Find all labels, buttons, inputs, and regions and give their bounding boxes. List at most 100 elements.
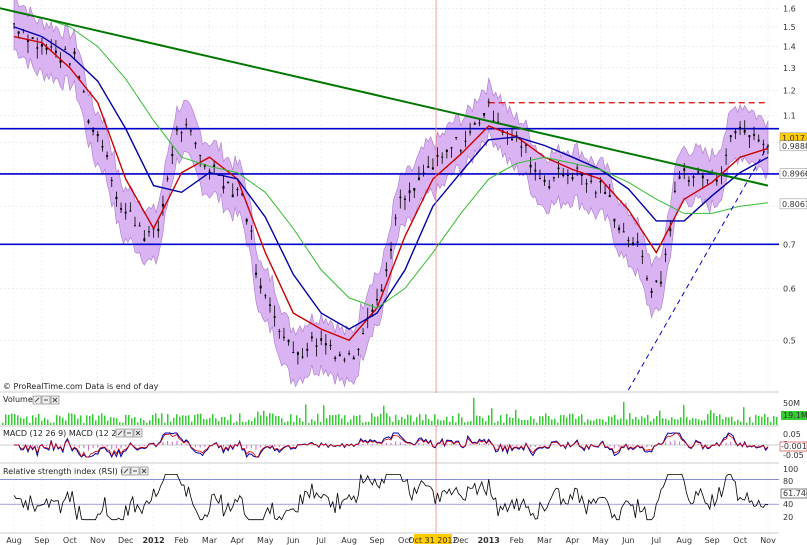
volume-bar (8, 414, 10, 425)
volume-bar (80, 415, 82, 425)
volume-bar (329, 415, 331, 425)
volume-bar (260, 415, 262, 425)
volume-bar (326, 418, 328, 425)
candle-body (82, 91, 85, 93)
candle-body (310, 336, 313, 339)
volume-bar (308, 422, 310, 425)
candle-body (645, 278, 648, 280)
volume-bar (164, 422, 166, 425)
candle-body (362, 333, 365, 335)
volume-bar (65, 420, 67, 425)
volume-bar (98, 415, 100, 425)
config-icon[interactable] (130, 466, 140, 476)
candle-body (571, 177, 574, 180)
volume-bar (527, 420, 529, 425)
volume-bar (719, 414, 721, 425)
volume-bar (500, 415, 502, 425)
volume-bar (467, 421, 469, 425)
wrench-icon[interactable] (115, 428, 125, 438)
candle-body (315, 345, 318, 347)
volume-bar (239, 413, 241, 425)
volume-bar (17, 415, 19, 425)
candle-body (50, 46, 53, 48)
candle-body (594, 192, 597, 194)
time-tick: May (592, 536, 609, 545)
volume-bar (674, 419, 676, 425)
volume-bar (383, 405, 385, 425)
candle-body (520, 146, 523, 148)
rsi-tick-20: 20 (783, 513, 793, 522)
volume-bar (161, 413, 163, 425)
price-tick: 1.5 (783, 23, 796, 32)
candle-body (697, 171, 700, 173)
volume-bar (320, 421, 322, 425)
volume-bar (695, 418, 697, 425)
candle-body (678, 176, 681, 179)
candle-body (134, 225, 137, 227)
candle-body (739, 126, 742, 130)
volume-bar (533, 418, 535, 425)
volume-bar (86, 415, 88, 425)
volume-bar (602, 419, 604, 425)
candle-body (562, 173, 565, 176)
config-icon[interactable] (124, 428, 134, 438)
wrench-icon[interactable] (121, 466, 131, 476)
time-tick: Dec (118, 536, 133, 545)
volume-bar (71, 413, 73, 425)
config-icon[interactable] (41, 395, 51, 405)
volume-bar (485, 421, 487, 425)
volume-bar (47, 419, 49, 425)
volume-bar (5, 414, 7, 425)
volume-bar (560, 415, 562, 425)
volume-bar (512, 418, 514, 425)
volume-bar (191, 421, 193, 425)
volume-bar (281, 418, 283, 425)
volume-bar (404, 418, 406, 425)
candle-body (613, 218, 616, 222)
volume-bar (446, 416, 448, 425)
volume-bar (626, 419, 628, 425)
time-tick: Feb (174, 536, 188, 545)
time-tick: Jul (650, 536, 661, 545)
volume-bar (689, 419, 691, 425)
volume-bar (653, 418, 655, 425)
volume-bar (659, 410, 661, 425)
time-tick: Nov (90, 536, 106, 545)
volume-bar (236, 421, 238, 425)
volume-bar (44, 417, 46, 425)
volume-bar (269, 413, 271, 425)
candle-body (329, 344, 332, 346)
volume-bar (767, 416, 769, 425)
volume-bar (479, 416, 481, 425)
time-tick: 2012 (142, 536, 164, 545)
candle-body (427, 166, 430, 168)
volume-bar (605, 421, 607, 425)
volume-bar (62, 417, 64, 425)
volume-bar (257, 411, 259, 425)
close-icon[interactable] (133, 428, 143, 438)
volume-bar (143, 420, 145, 425)
candle-body (692, 176, 695, 178)
close-icon[interactable] (139, 466, 149, 476)
wrench-icon[interactable] (32, 395, 42, 405)
candle-body (422, 172, 425, 174)
volume-bar (665, 418, 667, 425)
volume-bar (56, 415, 58, 425)
volume-bar (215, 418, 217, 425)
volume-bar (212, 414, 214, 425)
candle-body (576, 167, 579, 169)
volume-bar (452, 415, 454, 425)
volume-bar (677, 419, 679, 425)
candle-body (301, 356, 304, 358)
candle-body (338, 354, 341, 357)
time-tick: Apr (566, 536, 581, 545)
candle-body (17, 31, 20, 34)
volume-bar (53, 422, 55, 425)
volume-bar (341, 418, 343, 425)
volume-bar (14, 414, 16, 425)
close-icon[interactable] (50, 395, 60, 405)
candle-body (380, 289, 383, 292)
time-tick: Aug (6, 536, 22, 545)
time-tick: Mar (537, 536, 553, 545)
volume-bar (59, 415, 61, 425)
